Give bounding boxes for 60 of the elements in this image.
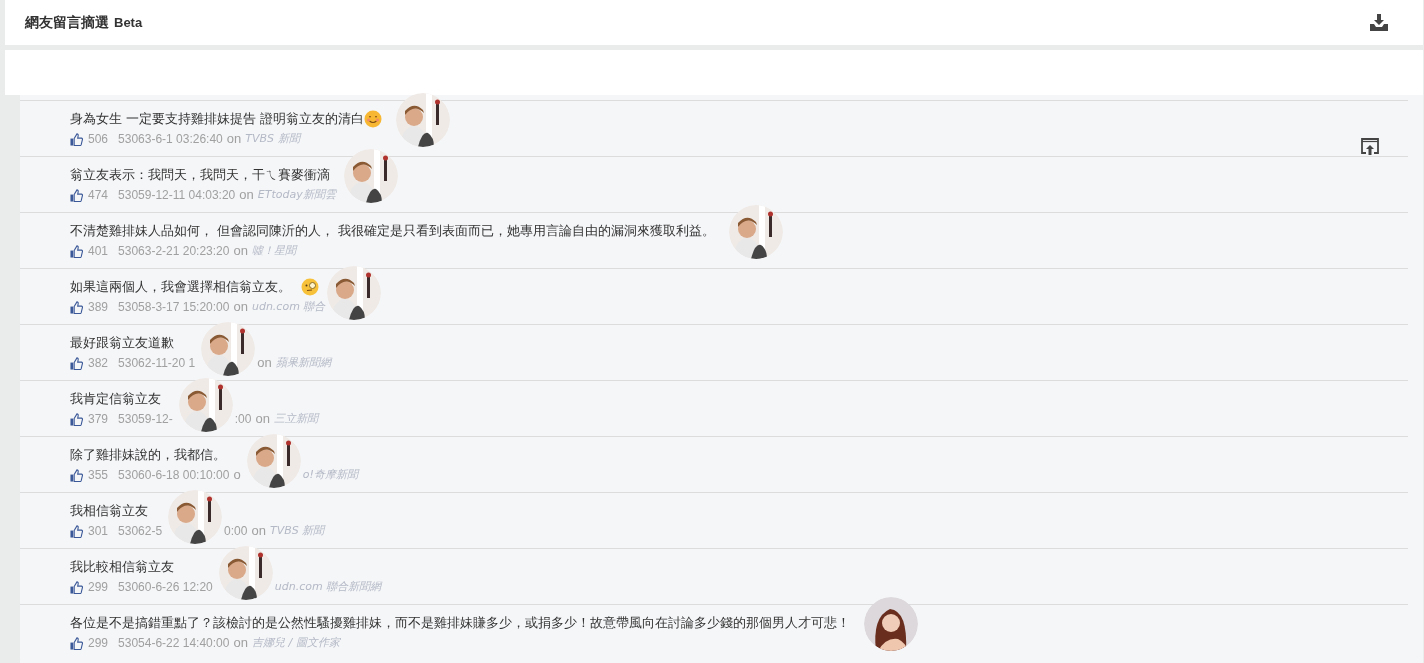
- thumbs-up-icon: [70, 636, 83, 650]
- timestamp: 53058-3-17 15:20:00: [118, 299, 230, 316]
- comment-text: 如果這兩個人，我會選擇相信翁立友。: [70, 278, 291, 297]
- panel-title: 網友留言摘選: [25, 13, 109, 32]
- on-label: on: [233, 242, 248, 261]
- timestamp: 53062-11-20 1: [118, 355, 196, 372]
- like-count: 299: [88, 635, 109, 652]
- thumbs-up-icon: [70, 580, 83, 594]
- timestamp: 53059-12-: [118, 411, 173, 428]
- like-count: 301: [88, 523, 109, 540]
- thumbs-up-icon: [70, 300, 83, 314]
- monocle-face-icon: [301, 278, 319, 296]
- comment-text: 除了雞排妹說的，我都信。: [70, 446, 226, 465]
- on-label: o: [233, 466, 241, 485]
- on-label: on: [226, 130, 242, 149]
- download-button[interactable]: [1368, 12, 1390, 33]
- like-count: 474: [88, 187, 109, 204]
- beta-label: Beta: [114, 14, 143, 32]
- like-count: 506: [88, 131, 109, 148]
- timestamp: 53060-6-26 12:20: [118, 579, 213, 596]
- thumbs-up-icon: [70, 412, 83, 426]
- like-count: 401: [88, 243, 109, 260]
- like-count: 382: [88, 355, 109, 372]
- like-count: 299: [88, 579, 109, 596]
- on-label: on: [233, 634, 248, 653]
- on-label: on: [257, 354, 272, 373]
- comment-text: 翁立友表示：我問天，我問天，干ㄟ賽麥衝滴: [70, 166, 330, 185]
- download-icon: [1369, 13, 1389, 32]
- thumbs-up-icon: [70, 356, 83, 370]
- like-count: 355: [88, 467, 109, 484]
- timestamp: 53063-6-1 03:26:40: [118, 131, 223, 148]
- like-count: 389: [88, 299, 109, 316]
- on-label: on: [251, 522, 266, 541]
- comment-text: 我肯定信翁立友: [70, 390, 161, 409]
- smiling-face-icon: [364, 110, 383, 128]
- thumbs-up-icon: [70, 244, 83, 258]
- on-label: on: [239, 186, 254, 205]
- thumbs-up-icon: [70, 188, 83, 202]
- timestamp: 53062-5: [118, 523, 163, 540]
- timestamp: 53054-6-22 14:40:00: [118, 635, 230, 652]
- timestamp: :00: [234, 411, 252, 428]
- comment-text: 不清楚雞排妹人品如何， 但會認同陳沂的人， 我很確定是只看到表面而已，她專用言論自由的漏洞來獲取利益。: [70, 222, 716, 241]
- on-label: on: [233, 298, 248, 317]
- comment-text: 最好跟翁立友道歉: [70, 334, 174, 353]
- comment-text: 我比較相信翁立友: [70, 558, 174, 577]
- comment-text: 各位是不是搞錯重點了？該檢討的是公然性騷擾雞排妹，而不是雞排妹賺多少，或捐多少！故意帶風向在討論多少錢的那個男人才可悲！: [70, 614, 850, 633]
- timestamp: 0:00: [224, 523, 248, 540]
- comment-text: 我相信翁立友: [70, 502, 148, 521]
- thumbs-up-icon: [70, 132, 83, 146]
- timestamp: 53063-2-21 20:23:20: [118, 243, 230, 260]
- share-button[interactable]: [1359, 136, 1381, 156]
- comment-text: 身為女生 一定要支持雞排妹提告 證明翁立友的清白: [70, 110, 365, 129]
- thumbs-up-icon: [70, 524, 83, 538]
- timestamp: 53060-6-18 00:10:00: [118, 467, 230, 484]
- like-count: 379: [88, 411, 109, 428]
- share-window-icon: [1360, 137, 1380, 155]
- timestamp: 53059-12-11 04:03:20: [118, 187, 236, 204]
- source-link[interactable]: udn.com 聯合: [251, 298, 326, 316]
- on-label: on: [255, 410, 270, 429]
- thumbs-up-icon: [70, 468, 83, 482]
